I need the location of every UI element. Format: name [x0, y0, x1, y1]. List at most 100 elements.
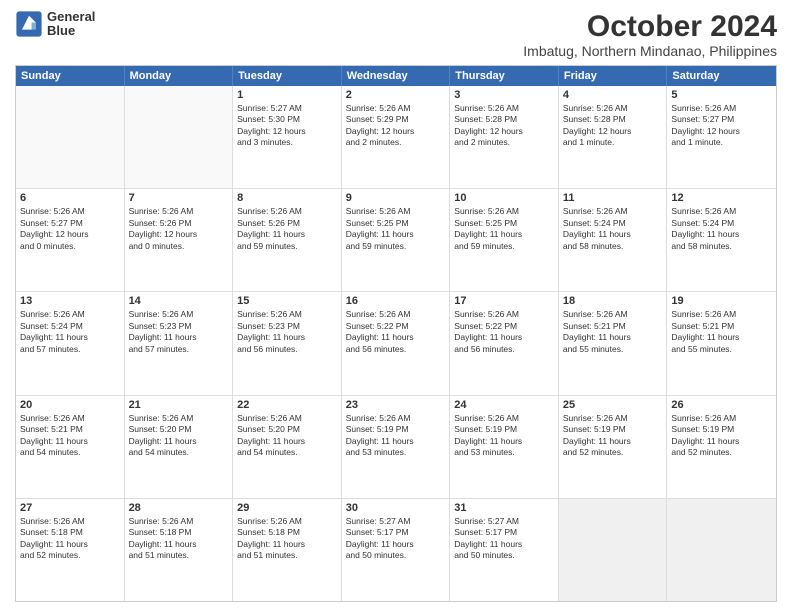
calendar-row-4: 27 Sunrise: 5:26 AM Sunset: 5:18 PM Dayli…: [16, 498, 776, 601]
cell-text: Sunrise: 5:26 AM Sunset: 5:18 PM Dayligh…: [20, 516, 120, 562]
calendar-cell: 23 Sunrise: 5:26 AM Sunset: 5:19 PM Dayli…: [342, 396, 451, 498]
calendar-cell: 5Sunrise: 5:26 AM Sunset: 5:27 PM Daylig…: [667, 86, 776, 188]
calendar-cell: 12 Sunrise: 5:26 AM Sunset: 5:24 PM Dayli…: [667, 189, 776, 291]
day-number: 12: [671, 192, 772, 204]
logo-icon: [15, 10, 43, 38]
header-cell-tuesday: Tuesday: [233, 66, 342, 86]
calendar-cell: 6Sunrise: 5:26 AM Sunset: 5:27 PM Daylig…: [16, 189, 125, 291]
day-number: 30: [346, 502, 446, 514]
calendar-cell: 4Sunrise: 5:26 AM Sunset: 5:28 PM Daylig…: [559, 86, 668, 188]
calendar-cell: 3Sunrise: 5:26 AM Sunset: 5:28 PM Daylig…: [450, 86, 559, 188]
header-cell-sunday: Sunday: [16, 66, 125, 86]
calendar-cell: [125, 86, 234, 188]
calendar: SundayMondayTuesdayWednesdayThursdayFrid…: [15, 65, 777, 602]
logo: General Blue: [15, 10, 95, 39]
calendar-cell: 9Sunrise: 5:26 AM Sunset: 5:25 PM Daylig…: [342, 189, 451, 291]
cell-text: Sunrise: 5:26 AM Sunset: 5:24 PM Dayligh…: [20, 309, 120, 355]
day-number: 17: [454, 295, 554, 307]
day-number: 23: [346, 399, 446, 411]
calendar-cell: 17 Sunrise: 5:26 AM Sunset: 5:22 PM Dayli…: [450, 292, 559, 394]
calendar-cell: 8Sunrise: 5:26 AM Sunset: 5:26 PM Daylig…: [233, 189, 342, 291]
day-number: 6: [20, 192, 120, 204]
day-number: 27: [20, 502, 120, 514]
cell-text: Sunrise: 5:26 AM Sunset: 5:24 PM Dayligh…: [671, 206, 772, 252]
cell-text: Sunrise: 5:27 AM Sunset: 5:30 PM Dayligh…: [237, 103, 337, 149]
calendar-cell: 20Sunrise: 5:26 AM Sunset: 5:21 PM Dayli…: [16, 396, 125, 498]
cell-text: Sunrise: 5:26 AM Sunset: 5:29 PM Dayligh…: [346, 103, 446, 149]
calendar-cell: 27 Sunrise: 5:26 AM Sunset: 5:18 PM Dayli…: [16, 499, 125, 601]
calendar-cell: 11Sunrise: 5:26 AM Sunset: 5:24 PM Dayli…: [559, 189, 668, 291]
cell-text: Sunrise: 5:26 AM Sunset: 5:26 PM Dayligh…: [129, 206, 229, 252]
calendar-cell: 28 Sunrise: 5:26 AM Sunset: 5:18 PM Dayli…: [125, 499, 234, 601]
calendar-cell: [16, 86, 125, 188]
calendar-cell: 26Sunrise: 5:26 AM Sunset: 5:19 PM Dayli…: [667, 396, 776, 498]
month-title: October 2024: [523, 10, 777, 43]
day-number: 31: [454, 502, 554, 514]
calendar-cell: 10Sunrise: 5:26 AM Sunset: 5:25 PM Dayli…: [450, 189, 559, 291]
header: General Blue October 2024 Imbatug, North…: [15, 10, 777, 59]
logo-text: General Blue: [47, 10, 95, 39]
day-number: 21: [129, 399, 229, 411]
cell-text: Sunrise: 5:26 AM Sunset: 5:20 PM Dayligh…: [129, 413, 229, 459]
calendar-cell: 29Sunrise: 5:26 AM Sunset: 5:18 PM Dayli…: [233, 499, 342, 601]
header-cell-monday: Monday: [125, 66, 234, 86]
calendar-cell: 18Sunrise: 5:26 AM Sunset: 5:21 PM Dayli…: [559, 292, 668, 394]
cell-text: Sunrise: 5:26 AM Sunset: 5:18 PM Dayligh…: [129, 516, 229, 562]
calendar-cell: 14 Sunrise: 5:26 AM Sunset: 5:23 PM Dayli…: [125, 292, 234, 394]
day-number: 7: [129, 192, 229, 204]
calendar-cell: 2 Sunrise: 5:26 AM Sunset: 5:29 PM Daylig…: [342, 86, 451, 188]
calendar-cell: 31 Sunrise: 5:27 AM Sunset: 5:17 PM Dayli…: [450, 499, 559, 601]
day-number: 20: [20, 399, 120, 411]
cell-text: Sunrise: 5:26 AM Sunset: 5:19 PM Dayligh…: [346, 413, 446, 459]
cell-text: Sunrise: 5:26 AM Sunset: 5:21 PM Dayligh…: [671, 309, 772, 355]
cell-text: Sunrise: 5:26 AM Sunset: 5:21 PM Dayligh…: [563, 309, 663, 355]
calendar-cell: 16Sunrise: 5:26 AM Sunset: 5:22 PM Dayli…: [342, 292, 451, 394]
day-number: 24: [454, 399, 554, 411]
calendar-row-3: 20Sunrise: 5:26 AM Sunset: 5:21 PM Dayli…: [16, 395, 776, 498]
cell-text: Sunrise: 5:26 AM Sunset: 5:23 PM Dayligh…: [129, 309, 229, 355]
day-number: 8: [237, 192, 337, 204]
calendar-cell: 24 Sunrise: 5:26 AM Sunset: 5:19 PM Dayli…: [450, 396, 559, 498]
title-block: October 2024 Imbatug, Northern Mindanao,…: [523, 10, 777, 59]
cell-text: Sunrise: 5:26 AM Sunset: 5:22 PM Dayligh…: [346, 309, 446, 355]
cell-text: Sunrise: 5:26 AM Sunset: 5:23 PM Dayligh…: [237, 309, 337, 355]
day-number: 5: [671, 89, 772, 101]
day-number: 3: [454, 89, 554, 101]
cell-text: Sunrise: 5:26 AM Sunset: 5:19 PM Dayligh…: [563, 413, 663, 459]
cell-text: Sunrise: 5:26 AM Sunset: 5:25 PM Dayligh…: [454, 206, 554, 252]
day-number: 25: [563, 399, 663, 411]
calendar-cell: 30 Sunrise: 5:27 AM Sunset: 5:17 PM Dayli…: [342, 499, 451, 601]
location-title: Imbatug, Northern Mindanao, Philippines: [523, 43, 777, 59]
day-number: 15: [237, 295, 337, 307]
calendar-cell: 19Sunrise: 5:26 AM Sunset: 5:21 PM Dayli…: [667, 292, 776, 394]
cell-text: Sunrise: 5:26 AM Sunset: 5:22 PM Dayligh…: [454, 309, 554, 355]
day-number: 2: [346, 89, 446, 101]
calendar-row-2: 13 Sunrise: 5:26 AM Sunset: 5:24 PM Dayli…: [16, 291, 776, 394]
calendar-cell: 13 Sunrise: 5:26 AM Sunset: 5:24 PM Dayli…: [16, 292, 125, 394]
day-number: 28: [129, 502, 229, 514]
day-number: 29: [237, 502, 337, 514]
cell-text: Sunrise: 5:27 AM Sunset: 5:17 PM Dayligh…: [346, 516, 446, 562]
logo-line1: General: [47, 10, 95, 24]
calendar-cell: 22Sunrise: 5:26 AM Sunset: 5:20 PM Dayli…: [233, 396, 342, 498]
day-number: 26: [671, 399, 772, 411]
cell-text: Sunrise: 5:26 AM Sunset: 5:20 PM Dayligh…: [237, 413, 337, 459]
header-cell-friday: Friday: [559, 66, 668, 86]
header-cell-thursday: Thursday: [450, 66, 559, 86]
calendar-cell: 15 Sunrise: 5:26 AM Sunset: 5:23 PM Dayli…: [233, 292, 342, 394]
calendar-cell: [559, 499, 668, 601]
logo-line2: Blue: [47, 24, 95, 38]
day-number: 13: [20, 295, 120, 307]
day-number: 1: [237, 89, 337, 101]
cell-text: Sunrise: 5:26 AM Sunset: 5:19 PM Dayligh…: [454, 413, 554, 459]
header-cell-wednesday: Wednesday: [342, 66, 451, 86]
day-number: 14: [129, 295, 229, 307]
calendar-cell: 7 Sunrise: 5:26 AM Sunset: 5:26 PM Daylig…: [125, 189, 234, 291]
calendar-cell: 1 Sunrise: 5:27 AM Sunset: 5:30 PM Daylig…: [233, 86, 342, 188]
calendar-cell: 21 Sunrise: 5:26 AM Sunset: 5:20 PM Dayli…: [125, 396, 234, 498]
header-cell-saturday: Saturday: [667, 66, 776, 86]
cell-text: Sunrise: 5:27 AM Sunset: 5:17 PM Dayligh…: [454, 516, 554, 562]
calendar-row-1: 6Sunrise: 5:26 AM Sunset: 5:27 PM Daylig…: [16, 188, 776, 291]
calendar-cell: [667, 499, 776, 601]
calendar-header: SundayMondayTuesdayWednesdayThursdayFrid…: [16, 66, 776, 86]
